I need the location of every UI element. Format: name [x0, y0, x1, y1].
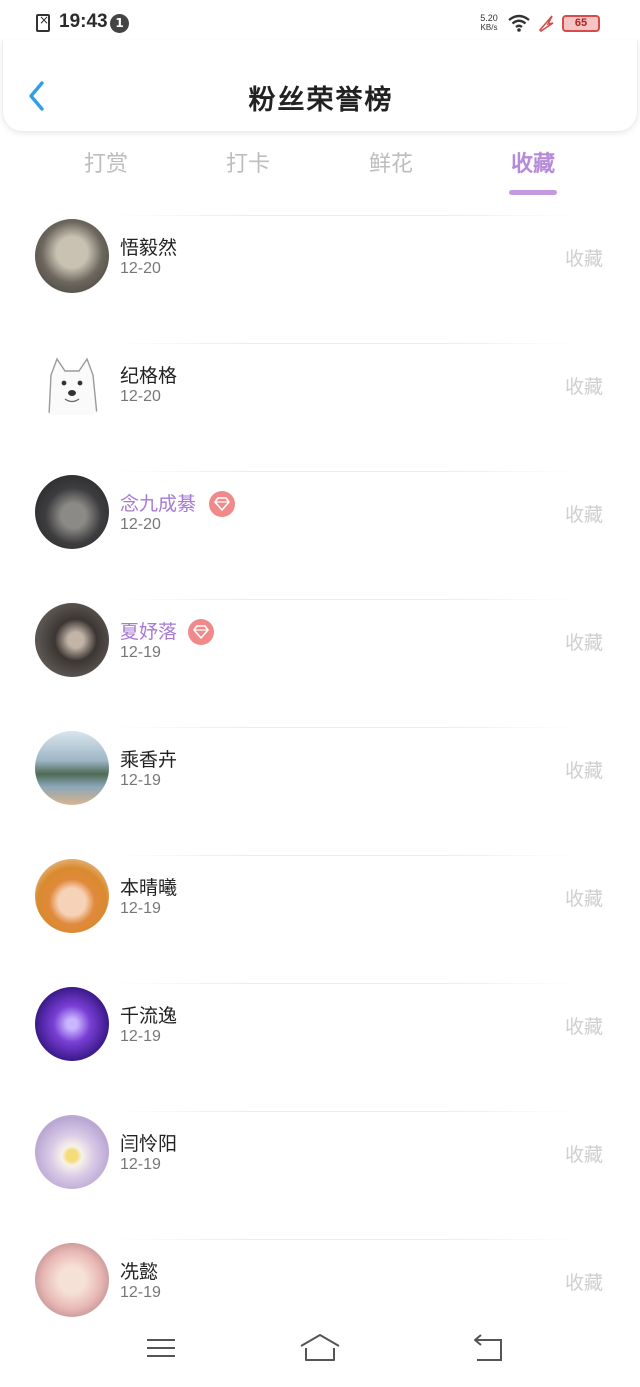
network-speed-unit: KB/s [480, 23, 498, 32]
row-divider [110, 983, 580, 984]
diamond-icon [214, 497, 230, 511]
avatar[interactable] [35, 219, 109, 293]
user-name: 本晴曦 [120, 877, 178, 899]
active-tab-indicator [509, 190, 557, 195]
user-name: 念九成綦 [120, 493, 197, 515]
row-divider [110, 343, 580, 344]
row-divider [110, 855, 580, 856]
user-name: 纪格格 [120, 365, 178, 387]
user-date: 12-19 [120, 644, 161, 661]
user-name: 千流逸 [120, 1005, 178, 1027]
list-item[interactable]: 念九成綦 12-20 收藏 [0, 452, 640, 580]
network-speed-value: 5.20 [480, 13, 498, 23]
tab-bar: 打赏 打卡 鲜花 收藏 [0, 146, 640, 196]
home-icon[interactable] [298, 1332, 342, 1364]
tab-favorites[interactable]: 收藏 [493, 146, 573, 178]
list-item[interactable]: 悟毅然 12-20 收藏 [0, 196, 640, 324]
sim-error-icon [36, 13, 50, 32]
avatar[interactable] [35, 987, 109, 1061]
user-date: 12-19 [120, 1028, 161, 1045]
avatar[interactable] [35, 859, 109, 933]
list-item[interactable]: 千流逸 12-19 收藏 [0, 964, 640, 1092]
fan-list: 悟毅然 12-20 收藏 纪格格 12-20 收藏 念九成綦 12-20 收藏 … [0, 196, 640, 1348]
user-name: 悟毅然 [120, 237, 178, 259]
action-label: 收藏 [564, 1272, 603, 1294]
user-date: 12-20 [120, 516, 161, 533]
action-label: 收藏 [564, 888, 603, 910]
tab-checkin[interactable]: 打卡 [208, 146, 288, 178]
row-divider [110, 1239, 580, 1240]
list-item[interactable]: 纪格格 12-20 收藏 [0, 324, 640, 452]
user-name: 乘香卉 [120, 749, 178, 771]
list-item[interactable]: 夏妤落 12-19 收藏 [0, 580, 640, 708]
user-name: 冼懿 [120, 1261, 159, 1283]
user-date: 12-19 [120, 1156, 161, 1173]
row-divider [110, 1111, 580, 1112]
user-date: 12-19 [120, 1284, 161, 1301]
action-label: 收藏 [564, 632, 603, 654]
list-item[interactable]: 本晴曦 12-19 收藏 [0, 836, 640, 964]
diamond-icon [193, 625, 209, 639]
header: 粉丝荣誉榜 [2, 40, 638, 132]
page-title: 粉丝荣誉榜 [248, 85, 394, 116]
back-icon[interactable] [471, 1332, 505, 1364]
user-date: 12-19 [120, 900, 161, 917]
battery-icon: 65 [562, 15, 600, 32]
avatar[interactable] [35, 1115, 109, 1189]
action-label: 收藏 [564, 248, 603, 270]
action-label: 收藏 [564, 1144, 603, 1166]
vip-diamond-badge [188, 619, 214, 645]
avatar[interactable] [35, 603, 109, 677]
tab-reward[interactable]: 打赏 [66, 146, 146, 178]
avatar[interactable] [35, 475, 109, 549]
row-divider [110, 727, 580, 728]
action-label: 收藏 [564, 1016, 603, 1038]
charging-icon [538, 15, 554, 32]
wifi-icon [508, 14, 530, 32]
user-date: 12-20 [120, 260, 161, 277]
avatar[interactable] [35, 1243, 109, 1317]
row-divider [110, 215, 580, 216]
vip-diamond-badge [209, 491, 235, 517]
status-time: 19:43 [59, 11, 108, 32]
tab-flowers[interactable]: 鲜花 [351, 146, 431, 178]
user-name: 夏妤落 [120, 621, 178, 643]
system-nav-bar [0, 1318, 640, 1387]
action-label: 收藏 [564, 504, 603, 526]
network-speed: 5.20 KB/s [476, 13, 502, 33]
list-item[interactable]: 乘香卉 12-19 收藏 [0, 708, 640, 836]
doge-icon [48, 357, 98, 416]
action-label: 收藏 [564, 376, 603, 398]
avatar[interactable] [35, 731, 109, 805]
avatar[interactable] [35, 347, 109, 421]
user-date: 12-19 [120, 772, 161, 789]
row-divider [110, 599, 580, 600]
user-date: 12-20 [120, 388, 161, 405]
row-divider [110, 471, 580, 472]
user-name: 闫怜阳 [120, 1133, 178, 1155]
notification-count-badge: 1 [110, 14, 129, 33]
action-label: 收藏 [564, 760, 603, 782]
list-item[interactable]: 闫怜阳 12-19 收藏 [0, 1092, 640, 1220]
menu-icon[interactable] [145, 1332, 177, 1364]
